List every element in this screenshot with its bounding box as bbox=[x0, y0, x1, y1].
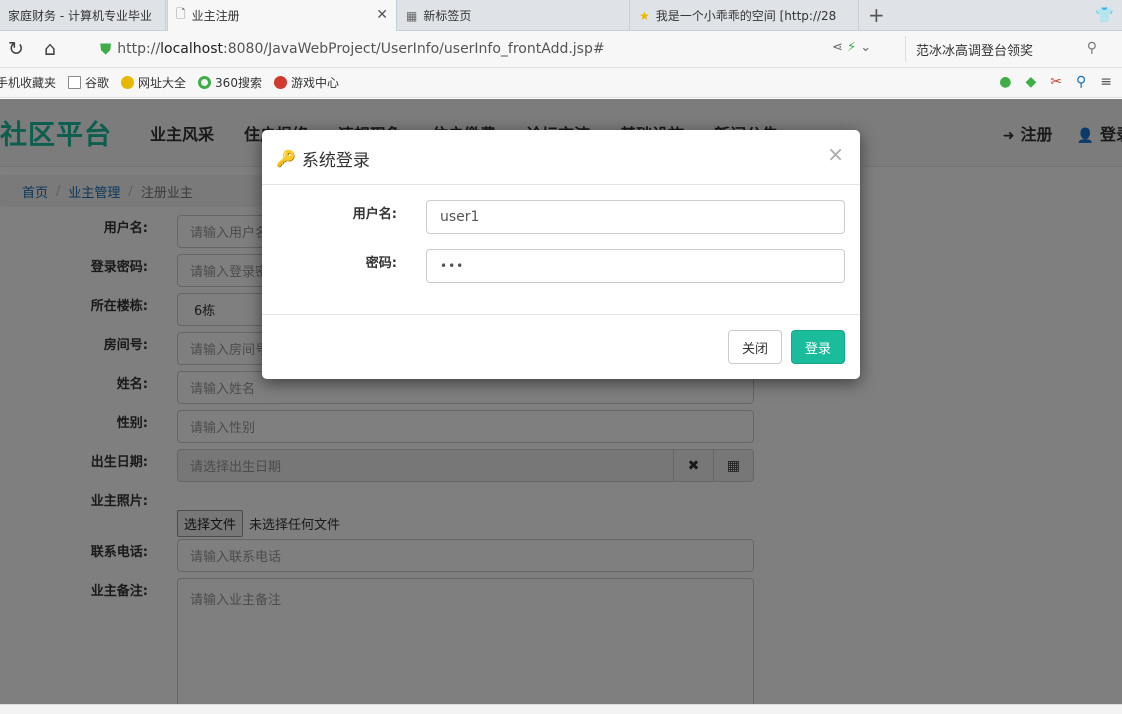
shirt-icon[interactable]: 👕 bbox=[1095, 6, 1114, 24]
circle-icon bbox=[198, 76, 212, 89]
login-button[interactable]: 登录 bbox=[791, 330, 845, 364]
page: 社区平台 业主风采 住户报修 违规现象 住户缴费 论坛交流 基础设施 新闻公告 … bbox=[0, 99, 1122, 704]
modal-password-label: 密码: bbox=[365, 256, 397, 271]
grid-icon: ▦ bbox=[406, 8, 418, 23]
new-tab-button[interactable]: + bbox=[868, 4, 885, 26]
tab-space[interactable]: ★ 我是一个小乖乖的空间 [http://28 bbox=[631, 0, 859, 31]
bookmark-mobile[interactable]: 手机收藏夹 bbox=[0, 74, 56, 91]
close-button[interactable]: 关闭 bbox=[728, 330, 782, 364]
extension-icons: ● ◆ ✂ ⚲ ≡ bbox=[999, 74, 1112, 90]
game-icon bbox=[273, 76, 287, 89]
modal-username-input[interactable]: user1 bbox=[426, 200, 845, 234]
home-icon[interactable]: ⌂ bbox=[44, 38, 56, 60]
bookmark-games[interactable]: 游戏中心 bbox=[273, 74, 339, 91]
bookmarks-bar: 手机收藏夹 谷歌 网址大全 360搜索 游戏中心 ● ◆ ✂ ⚲ ≡ bbox=[0, 68, 1122, 98]
status-bar bbox=[0, 704, 1122, 714]
refresh-icon[interactable]: ↻ bbox=[8, 38, 24, 60]
tab-finance[interactable]: 家庭财务 - 计算机专业毕业 bbox=[0, 0, 166, 31]
bookmark-sites[interactable]: 网址大全 bbox=[121, 74, 186, 91]
modal-password-input[interactable]: ••• bbox=[426, 249, 845, 283]
file-icon bbox=[68, 76, 82, 89]
login-modal: 🔑 系统登录 × 用户名: user1 密码: ••• 关闭 登录 bbox=[262, 130, 860, 379]
star-icon: ★ bbox=[639, 8, 650, 23]
modal-header: 🔑 系统登录 × bbox=[262, 130, 860, 185]
bookmark-360[interactable]: 360搜索 bbox=[198, 74, 262, 91]
share-icon[interactable]: ⋖ ⚡ ⌄ bbox=[832, 40, 871, 55]
bookmark-google[interactable]: 谷歌 bbox=[68, 74, 109, 91]
zoom-icon[interactable]: ⚲ bbox=[1076, 74, 1086, 90]
menu-icon[interactable]: ≡ bbox=[1100, 74, 1112, 90]
globe-icon bbox=[121, 76, 135, 89]
browser-tab-bar: 家庭财务 - 计算机专业毕业 🗋 业主注册 ✕ ▦ 新标签页 ★ 我是一个小乖乖… bbox=[0, 0, 1122, 31]
modal-title: 系统登录 bbox=[301, 151, 370, 171]
modal-footer: 关闭 登录 bbox=[262, 314, 860, 379]
address-bar: ↻ ⌂ ⛊ http://localhost:8080/JavaWebProje… bbox=[0, 31, 1122, 68]
search-icon[interactable]: ⚲ bbox=[1087, 40, 1097, 56]
url-field[interactable]: ⛊ http://localhost:8080/JavaWebProject/U… bbox=[100, 36, 900, 62]
tab-newtab[interactable]: ▦ 新标签页 bbox=[398, 0, 630, 31]
modal-close-icon[interactable]: × bbox=[827, 144, 844, 164]
tab-register[interactable]: 🗋 业主注册 ✕ bbox=[167, 0, 397, 31]
key-icon: 🔑 bbox=[276, 149, 296, 168]
scissors-icon[interactable]: ✂ bbox=[1050, 74, 1062, 90]
search-input[interactable]: 范冰冰高调登台领奖 ⚲ bbox=[905, 36, 1115, 62]
chat-icon[interactable]: ● bbox=[999, 74, 1011, 90]
tab-close-icon[interactable]: ✕ bbox=[376, 7, 388, 23]
shield-icon: ⛊ bbox=[100, 40, 112, 58]
translate-icon[interactable]: ◆ bbox=[1025, 74, 1036, 90]
page-icon: 🗋 bbox=[176, 7, 186, 21]
modal-username-label: 用户名: bbox=[352, 207, 397, 222]
